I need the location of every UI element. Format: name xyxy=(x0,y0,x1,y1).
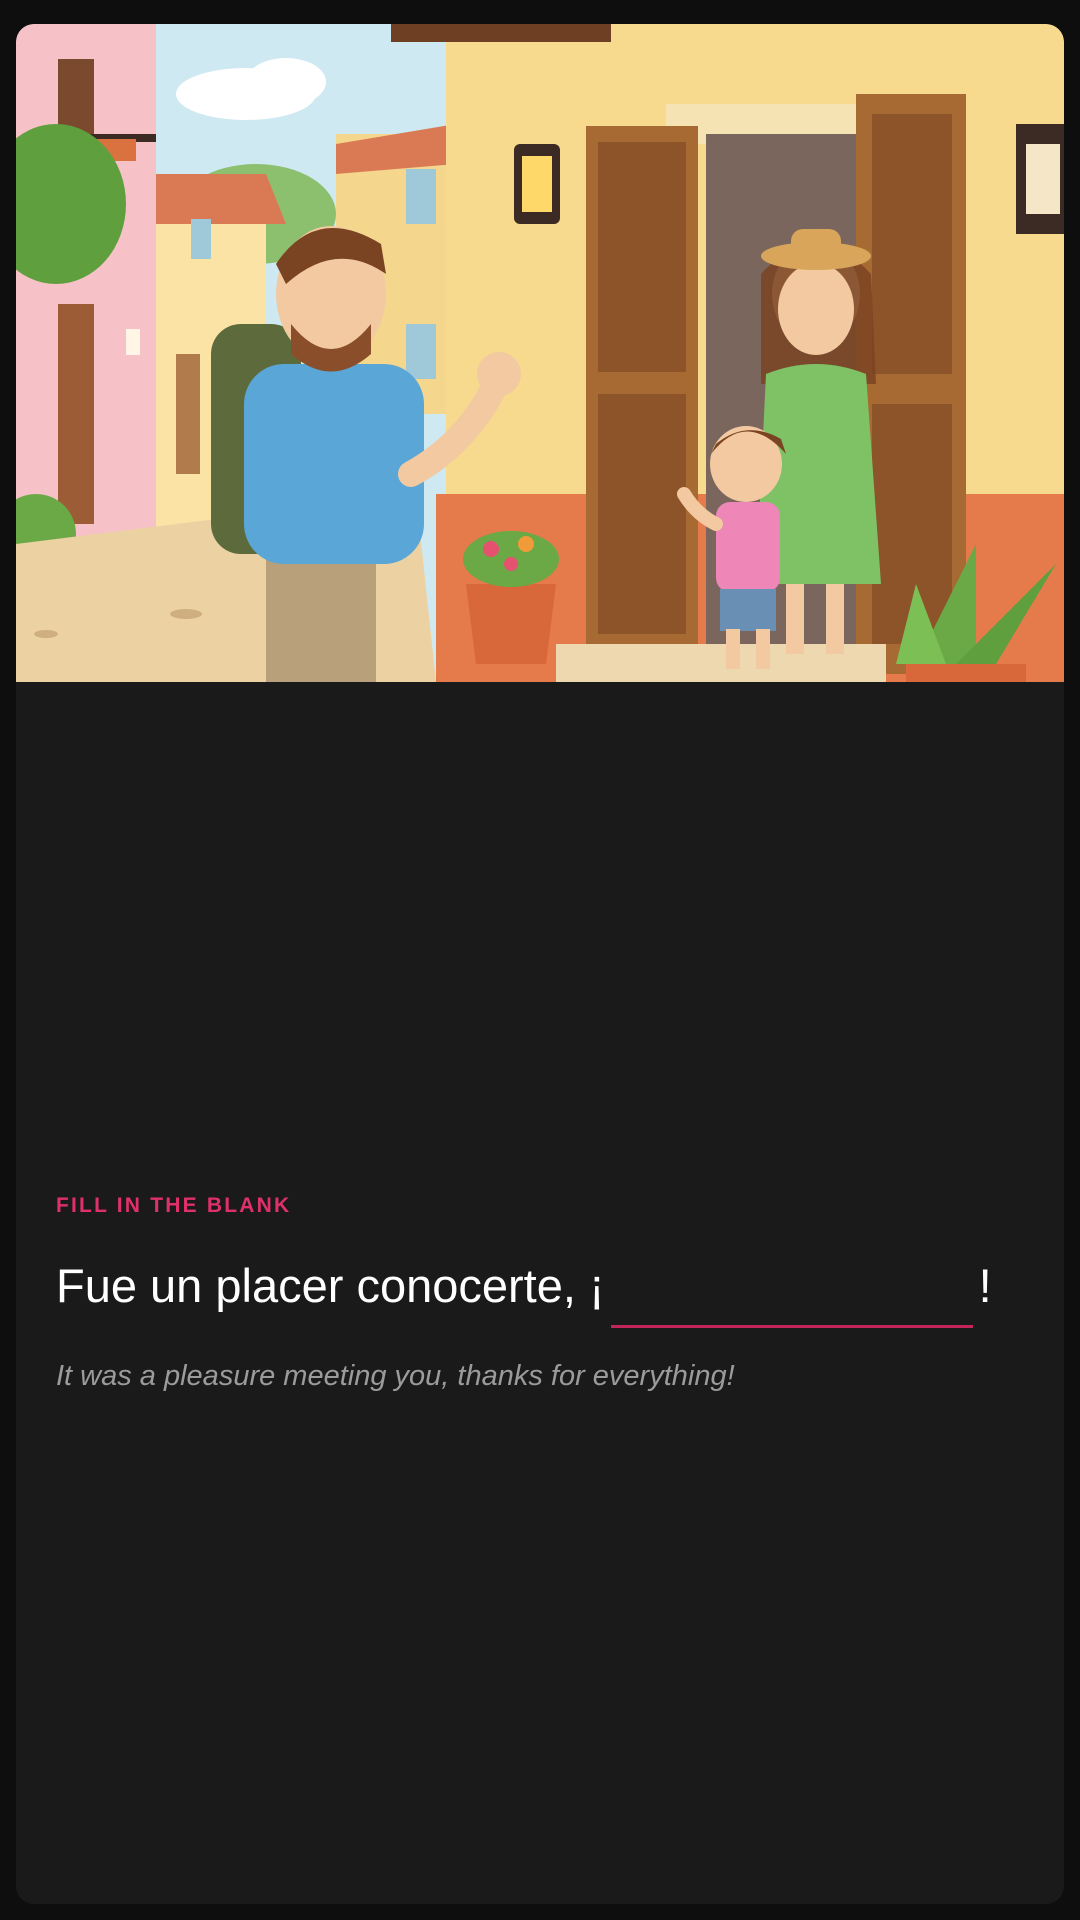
sentence-after-blank: ! xyxy=(978,1259,992,1312)
sentence-prompt: Fue un placer conocerte, ¡ ! xyxy=(56,1254,1024,1328)
blank-answer-input[interactable] xyxy=(610,1268,973,1328)
lesson-card: FILL IN THE BLANK Fue un placer conocert… xyxy=(16,24,1064,1904)
welcome-scene-image xyxy=(16,24,1064,682)
exercise-type-label: FILL IN THE BLANK xyxy=(56,1194,292,1217)
sentence-before-blank: Fue un placer conocerte, ¡ xyxy=(56,1259,605,1312)
exercise-section: FILL IN THE BLANK Fue un placer conocert… xyxy=(56,1194,1024,1393)
scene-illustration xyxy=(16,24,1064,682)
translation-hint: It was a pleasure meeting you, thanks fo… xyxy=(56,1360,735,1392)
